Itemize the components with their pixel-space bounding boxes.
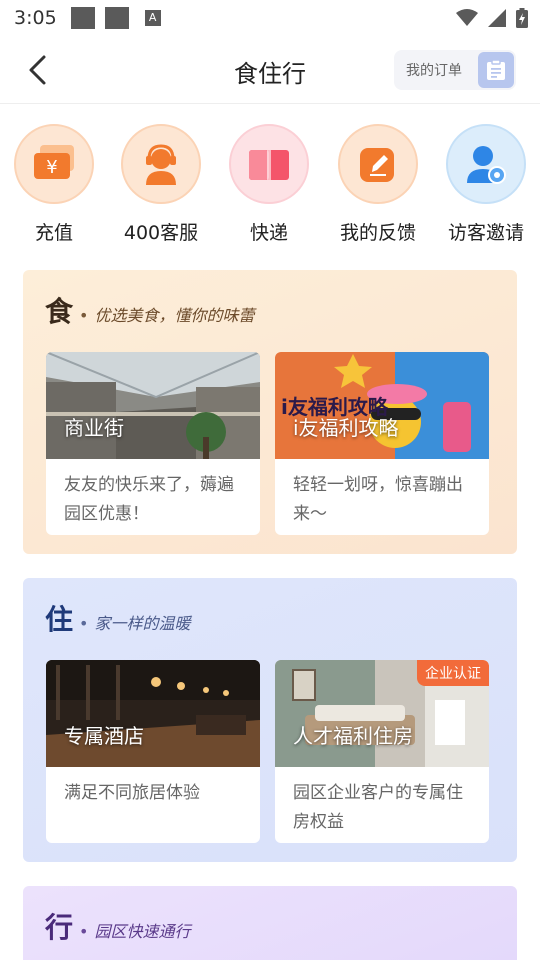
talent-housing-image: 人才福利住房 企业认证	[275, 660, 489, 767]
quick-visitor[interactable]: 访客邀请	[431, 124, 540, 245]
battery-icon	[516, 8, 528, 28]
quick-service[interactable]: 400客服	[106, 124, 216, 245]
wifi-icon	[456, 9, 478, 26]
card-title: 人才福利住房	[293, 724, 413, 748]
card-commercial-street[interactable]: 商业街 友友的快乐来了，薅遍园区优惠！	[46, 352, 260, 535]
accessibility-icon: A	[144, 10, 161, 26]
quick-feedback[interactable]: 我的反馈	[323, 124, 433, 245]
section-travel: 行 • 园区快速通行	[23, 886, 517, 960]
quick-label: 访客邀请	[447, 222, 524, 244]
status-icons	[456, 8, 528, 28]
status-time: 3:05	[14, 7, 57, 29]
status-bar: 3:05 A	[0, 0, 540, 36]
card-title: i友福利攻略	[293, 416, 399, 440]
notification-icon	[104, 7, 129, 29]
my-orders-button[interactable]: 我的订单	[394, 50, 516, 90]
quick-express[interactable]: 快递	[214, 124, 324, 245]
edit-feedback-icon	[338, 124, 418, 204]
quick-label: 快递	[249, 222, 288, 244]
enterprise-certified-badge: 企业认证	[417, 660, 489, 686]
visitor-invite-icon	[446, 124, 526, 204]
card-talent-housing[interactable]: 人才福利住房 企业认证 园区企业客户的专属住房权益	[275, 660, 489, 843]
card-title: 专属酒店	[64, 724, 144, 748]
exclusive-hotel-image: 专属酒店	[46, 660, 260, 767]
section-stay-dot: •	[79, 614, 89, 633]
clipboard-icon	[478, 52, 514, 88]
section-food: 食 • 优选美食，懂你的味蕾 商业街 友友的快乐来了，薅遍园区优惠！ i友福利攻…	[23, 270, 517, 554]
signal-icon	[488, 9, 506, 27]
yuan-wallet-icon: ¥	[14, 124, 94, 204]
benefits-guide-image: i友福利攻略 i友福利攻略	[275, 352, 489, 459]
section-travel-dot: •	[79, 922, 89, 941]
section-travel-subtitle: 园区快速通行	[94, 922, 191, 941]
quick-recharge[interactable]: ¥ 充值	[0, 124, 109, 245]
card-exclusive-hotel[interactable]: 专属酒店 满足不同旅居体验	[46, 660, 260, 843]
card-benefits-guide[interactable]: i友福利攻略 i友福利攻略 轻轻一划呀，惊喜蹦出来～	[275, 352, 489, 535]
notification-icon	[70, 7, 95, 29]
svg-text:¥: ¥	[46, 157, 57, 178]
commercial-street-image: 商业街	[46, 352, 260, 459]
section-stay: 住 • 家一样的温暖 专属酒店 满足不同旅居体验 人才福利住房 企业认证 园区企…	[23, 578, 517, 862]
section-stay-subtitle: 家一样的温暖	[94, 614, 191, 633]
section-stay-char: 住	[45, 603, 74, 636]
section-travel-char: 行	[45, 911, 74, 944]
card-desc: 轻轻一划呀，惊喜蹦出来～	[293, 475, 463, 524]
quick-label: 充值	[34, 222, 73, 244]
quick-label: 400客服	[123, 222, 199, 244]
app-header: 食住行 我的订单	[0, 36, 540, 104]
section-food-header: 食 • 优选美食，懂你的味蕾	[45, 290, 254, 330]
my-orders-label: 我的订单	[406, 63, 462, 79]
card-desc: 友友的快乐来了，薅遍园区优惠！	[64, 475, 234, 524]
card-desc: 园区企业客户的专属住房权益	[293, 783, 463, 832]
section-food-subtitle: 优选美食，懂你的味蕾	[94, 306, 255, 325]
card-desc: 满足不同旅居体验	[64, 783, 200, 803]
quick-actions: ¥ 充值 400客服 快递 我的反馈 访客邀请	[0, 124, 540, 254]
section-food-dot: •	[79, 306, 89, 325]
section-food-char: 食	[45, 295, 74, 328]
quick-label: 我的反馈	[339, 222, 416, 244]
card-title: 商业街	[64, 416, 124, 440]
section-travel-header: 行 • 园区快速通行	[45, 906, 190, 946]
section-stay-header: 住 • 家一样的温暖	[45, 598, 190, 638]
headset-agent-icon	[121, 124, 201, 204]
parcel-box-icon	[229, 124, 309, 204]
